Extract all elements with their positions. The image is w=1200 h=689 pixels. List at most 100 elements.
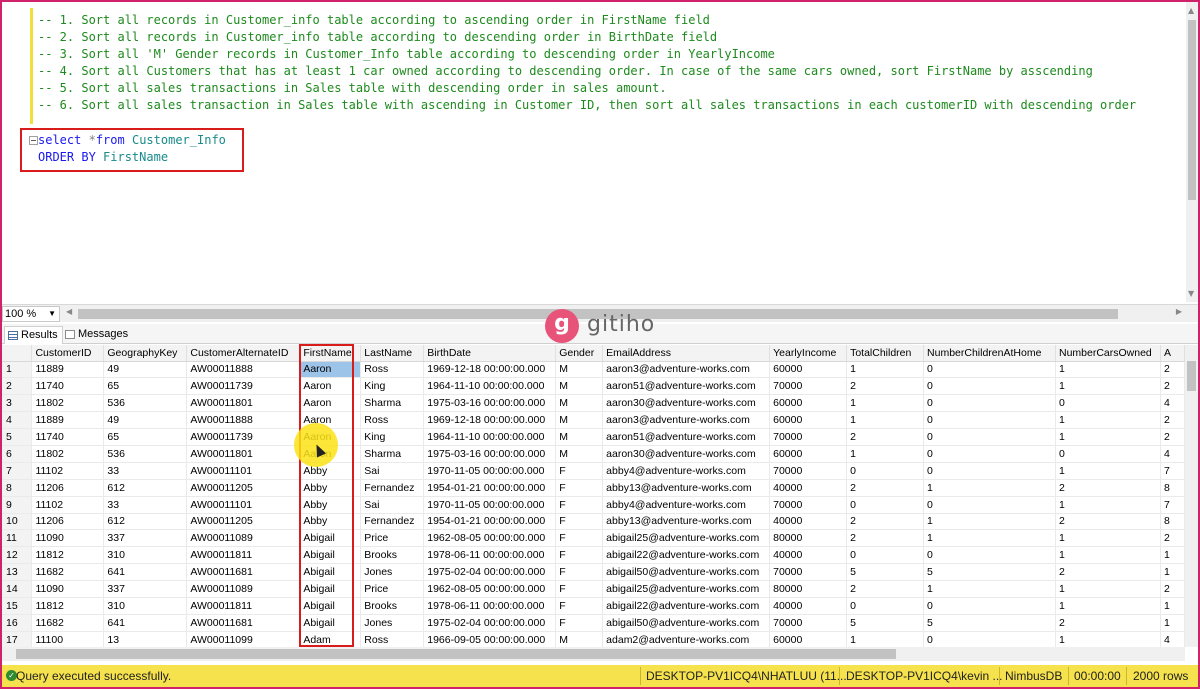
table-cell[interactable]: AW00011739: [186, 428, 301, 446]
table-cell[interactable]: 40000: [769, 597, 848, 615]
table-cell[interactable]: AW00011801: [186, 394, 301, 413]
table-cell[interactable]: 0: [1055, 445, 1161, 463]
table-cell[interactable]: 337: [103, 580, 188, 598]
table-cell[interactable]: AW00011101: [186, 462, 301, 480]
table-cell[interactable]: Aaron: [299, 428, 362, 446]
table-row[interactable]: 12 11812 310 AW00011811 Abigail Brooks 1978-06…: [2, 546, 1185, 565]
scroll-left-icon[interactable]: ◀: [66, 307, 72, 316]
table-cell[interactable]: 0: [923, 631, 1056, 647]
table-cell[interactable]: AW00011089: [186, 529, 301, 548]
numbercarsowned-header[interactable]: NumberCarsOwned: [1055, 345, 1161, 362]
table-cell[interactable]: 5: [846, 563, 925, 582]
table-cell[interactable]: 4: [1160, 445, 1185, 463]
table-cell[interactable]: 0: [1055, 394, 1161, 413]
table-cell[interactable]: 1975-02-04 00:00:00.000: [423, 563, 557, 582]
table-cell[interactable]: 70000: [769, 462, 848, 480]
table-cell[interactable]: 11889: [31, 361, 105, 379]
table-cell[interactable]: 2: [846, 479, 925, 497]
table-cell[interactable]: F: [555, 580, 604, 598]
table-row[interactable]: 2 11740 65 AW00011739 Aaron King 1964-11-10 00…: [2, 377, 1185, 396]
customerid-header[interactable]: CustomerID: [31, 345, 105, 362]
table-cell[interactable]: 1954-01-21 00:00:00.000: [423, 513, 557, 531]
table-cell[interactable]: F: [555, 513, 604, 531]
table-cell[interactable]: 80000: [769, 529, 848, 548]
table-cell[interactable]: 1964-11-10 00:00:00.000: [423, 377, 557, 396]
table-cell[interactable]: AW00011205: [186, 513, 301, 531]
row-number-cell[interactable]: 6: [2, 445, 33, 463]
table-cell[interactable]: 70000: [769, 428, 848, 446]
scrollbar-thumb[interactable]: [16, 649, 896, 659]
table-cell[interactable]: F: [555, 529, 604, 548]
table-cell[interactable]: AW00011888: [186, 411, 301, 430]
comment-line[interactable]: -- 1. Sort all records in Customer_info …: [38, 12, 710, 28]
table-cell[interactable]: 641: [103, 614, 188, 632]
table-cell[interactable]: Jones: [360, 563, 425, 582]
gender-header[interactable]: Gender: [555, 345, 604, 362]
table-cell[interactable]: 1: [923, 580, 1056, 598]
table-cell[interactable]: F: [555, 546, 604, 565]
table-cell[interactable]: abigail22@adventure-works.com: [602, 546, 771, 565]
table-row[interactable]: 13 11682 641 AW00011681 Abigail Jones 1975-02-…: [2, 563, 1185, 582]
table-cell[interactable]: 11740: [31, 377, 105, 396]
table-cell[interactable]: 11682: [31, 563, 105, 582]
table-cell[interactable]: AW00011099: [186, 631, 301, 647]
table-cell[interactable]: 2: [846, 428, 925, 446]
table-cell[interactable]: 1: [1055, 462, 1161, 480]
table-cell[interactable]: 40000: [769, 546, 848, 565]
table-cell[interactable]: 11812: [31, 597, 105, 615]
table-cell[interactable]: 11090: [31, 529, 105, 548]
row-number-cell[interactable]: 7: [2, 462, 33, 480]
table-cell[interactable]: 310: [103, 546, 188, 565]
table-cell[interactable]: 1: [846, 631, 925, 647]
comment-line[interactable]: -- 3. Sort all 'M' Gender records in Cus…: [38, 46, 775, 62]
table-cell[interactable]: abby4@adventure-works.com: [602, 496, 771, 514]
table-cell[interactable]: M: [555, 361, 604, 379]
table-cell[interactable]: 2: [846, 529, 925, 548]
table-cell[interactable]: 1: [1055, 580, 1161, 598]
row-number-cell[interactable]: 9: [2, 496, 33, 514]
scroll-down-icon[interactable]: ▼: [1188, 289, 1194, 298]
table-cell[interactable]: 8: [1160, 513, 1185, 531]
table-cell[interactable]: Aaron: [299, 445, 362, 463]
row-number-cell[interactable]: 12: [2, 546, 33, 565]
table-row[interactable]: 5 11740 65 AW00011739 Aaron King 1964-11-10 00…: [2, 428, 1185, 446]
table-cell[interactable]: 33: [103, 462, 188, 480]
table-cell[interactable]: 0: [923, 597, 1056, 615]
table-cell[interactable]: Abby: [299, 496, 362, 514]
table-cell[interactable]: 1975-03-16 00:00:00.000: [423, 394, 557, 413]
table-row[interactable]: 4 11889 49 AW00011888 Aaron Ross 1969-12-18 00…: [2, 411, 1185, 430]
table-cell[interactable]: F: [555, 462, 604, 480]
table-cell[interactable]: 49: [103, 361, 188, 379]
table-cell[interactable]: 2: [1160, 580, 1185, 598]
table-cell[interactable]: Sharma: [360, 445, 425, 463]
table-cell[interactable]: Abigail: [299, 614, 362, 632]
editor-vertical-scrollbar[interactable]: ▲ ▼: [1186, 2, 1198, 302]
table-cell[interactable]: abigail50@adventure-works.com: [602, 614, 771, 632]
table-cell[interactable]: adam2@adventure-works.com: [602, 631, 771, 647]
table-cell[interactable]: 536: [103, 445, 188, 463]
table-cell[interactable]: AW00011101: [186, 496, 301, 514]
table-cell[interactable]: 1: [1055, 428, 1161, 446]
table-cell[interactable]: 5: [846, 614, 925, 632]
table-cell[interactable]: 2: [846, 513, 925, 531]
table-cell[interactable]: 1: [923, 479, 1056, 497]
table-cell[interactable]: 337: [103, 529, 188, 548]
table-cell[interactable]: 0: [846, 546, 925, 565]
table-cell[interactable]: 65: [103, 377, 188, 396]
table-cell[interactable]: 2: [1160, 377, 1185, 396]
table-cell[interactable]: Price: [360, 529, 425, 548]
table-cell[interactable]: 60000: [769, 631, 848, 647]
table-cell[interactable]: abby13@adventure-works.com: [602, 513, 771, 531]
table-cell[interactable]: 0: [923, 546, 1056, 565]
table-cell[interactable]: 1: [1160, 597, 1185, 615]
table-cell[interactable]: 2: [1055, 563, 1161, 582]
table-cell[interactable]: abigail50@adventure-works.com: [602, 563, 771, 582]
table-cell[interactable]: 11090: [31, 580, 105, 598]
table-cell[interactable]: F: [555, 563, 604, 582]
table-cell[interactable]: Sai: [360, 496, 425, 514]
table-cell[interactable]: Adam: [299, 631, 362, 647]
row-number-cell[interactable]: 5: [2, 428, 33, 446]
table-cell[interactable]: 2: [1160, 361, 1185, 379]
table-cell[interactable]: abigail25@adventure-works.com: [602, 580, 771, 598]
table-cell[interactable]: 2: [1160, 428, 1185, 446]
